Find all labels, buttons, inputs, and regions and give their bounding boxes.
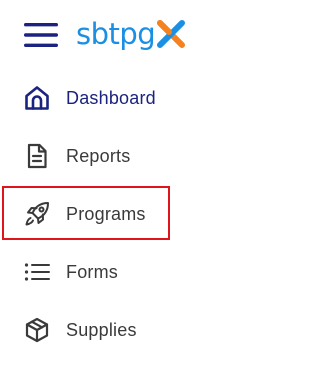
- nav-item-reports[interactable]: Reports: [0, 130, 221, 182]
- brand-logo[interactable]: sbtpg: [76, 14, 186, 54]
- sidebar: sbtpg Dashboard Reports Programs Forms S…: [0, 0, 221, 367]
- brand-logo-text: sbtpg: [76, 17, 156, 51]
- sidebar-header: sbtpg: [0, 0, 221, 72]
- home-icon: [24, 85, 50, 111]
- brand-logo-x-mark: [157, 20, 186, 48]
- nav-item-label: Supplies: [66, 320, 137, 340]
- nav-item-dashboard[interactable]: Dashboard: [0, 72, 221, 124]
- nav-item-forms[interactable]: Forms: [0, 246, 221, 298]
- list-icon: [24, 259, 50, 285]
- hamburger-menu-icon[interactable]: [24, 22, 58, 48]
- nav-item-label: Dashboard: [66, 88, 156, 108]
- box-icon: [24, 317, 50, 343]
- document-icon: [24, 143, 50, 169]
- nav-item-label: Forms: [66, 262, 118, 282]
- nav-item-label: Reports: [66, 146, 131, 166]
- nav-item-supplies[interactable]: Supplies: [0, 304, 221, 356]
- highlight-box: [2, 186, 170, 240]
